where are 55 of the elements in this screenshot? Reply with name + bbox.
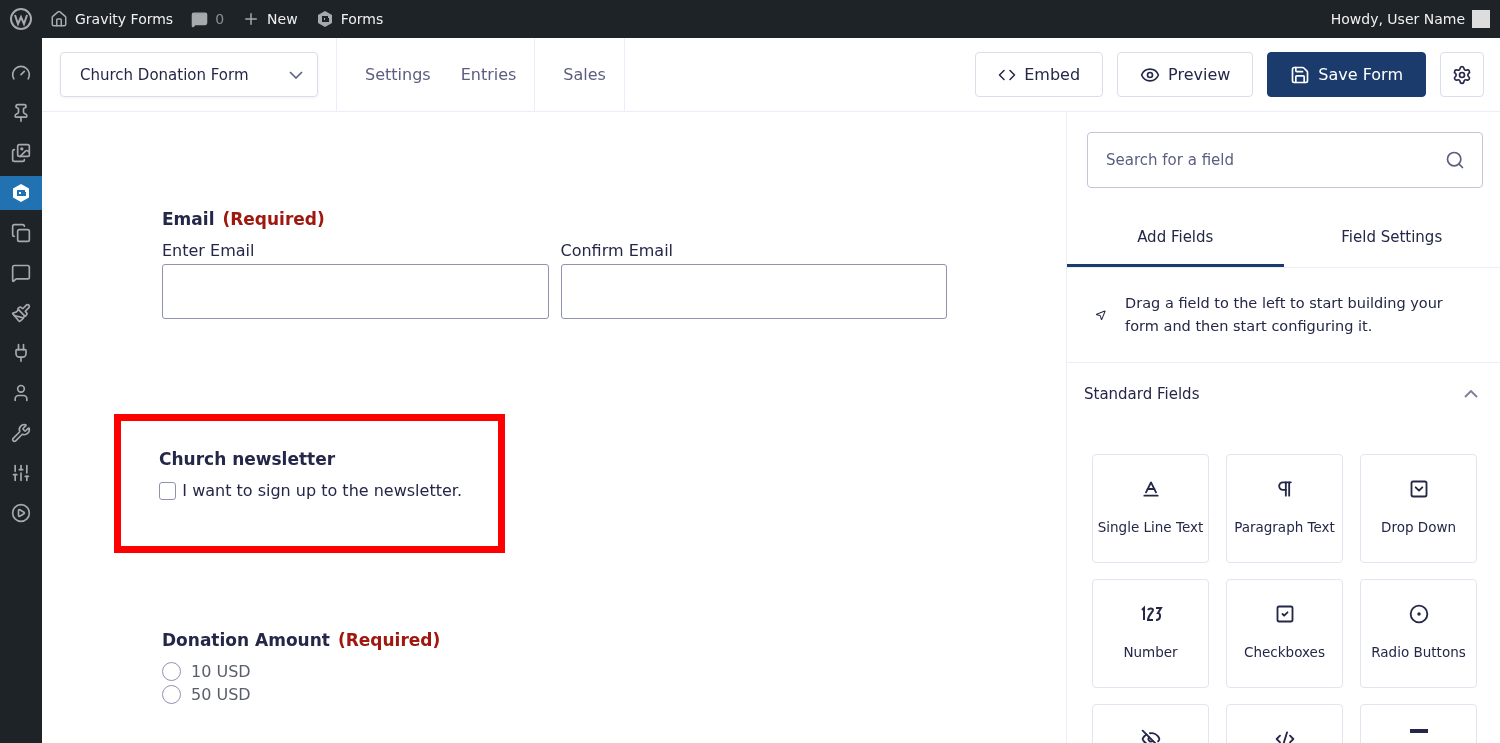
- field-label: Donation Amount (Required): [162, 630, 442, 650]
- section-title: Standard Fields: [1084, 385, 1200, 403]
- radio-button[interactable]: [162, 662, 181, 681]
- radio-button[interactable]: [162, 685, 181, 704]
- eye-off-icon: [1140, 729, 1161, 743]
- form-selector[interactable]: Church Donation Form: [60, 52, 318, 97]
- collapse-toggle[interactable]: [1464, 390, 1478, 398]
- settings-button[interactable]: [1440, 52, 1484, 97]
- field-tile[interactable]: Drop Down: [1360, 454, 1477, 563]
- field-tile[interactable]: Paragraph Text: [1226, 454, 1343, 563]
- letter-a-icon: [1140, 479, 1161, 499]
- preview-button[interactable]: Preview: [1117, 52, 1254, 97]
- field-label: Church newsletter: [159, 449, 337, 469]
- forms-link[interactable]: Forms: [315, 10, 384, 28]
- embed-button[interactable]: Embed: [975, 52, 1104, 97]
- panel-tab[interactable]: Field Settings: [1283, 208, 1500, 267]
- house-icon: [50, 10, 68, 28]
- pin-icon: [11, 103, 31, 123]
- save-form-button[interactable]: Save Form: [1267, 52, 1426, 97]
- site-link[interactable]: Gravity Forms: [50, 10, 174, 28]
- nav-link[interactable]: Entries: [460, 65, 517, 84]
- chevron-up-icon: [1464, 390, 1478, 398]
- field-tile[interactable]: Checkboxes: [1226, 579, 1343, 688]
- save-icon: [1290, 64, 1311, 85]
- field-tile[interactable]: Single Line Text: [1092, 454, 1209, 563]
- nav-link[interactable]: Settings: [365, 65, 431, 84]
- forms-icon: [315, 10, 334, 28]
- input-label: Enter Email: [162, 241, 256, 260]
- comment-icon: [191, 10, 209, 28]
- input-label: Confirm Email: [560, 241, 675, 260]
- checkbox[interactable]: [159, 481, 177, 500]
- email-input[interactable]: [560, 264, 947, 319]
- radio-icon: [1408, 604, 1429, 624]
- new-link[interactable]: New: [242, 10, 298, 28]
- chevron-down-icon: [289, 70, 303, 79]
- dropdown-icon: [1408, 479, 1429, 499]
- email-input[interactable]: [162, 264, 549, 319]
- panel-tab[interactable]: Add Fields: [1067, 208, 1284, 267]
- comments-link[interactable]: 0: [191, 10, 225, 28]
- field-tile[interactable]: Number: [1092, 579, 1209, 688]
- hint-text: Drag a field to the left to start building your form and then start configuring it.: [1125, 294, 1444, 336]
- account-link[interactable]: Howdy, User Name: [1330, 10, 1490, 28]
- field-tile[interactable]: Radio Buttons: [1360, 579, 1477, 688]
- forms-icon: [11, 183, 31, 203]
- radio-label: 50 USD: [191, 685, 251, 704]
- comments-icon: [11, 263, 31, 283]
- sidebar-item[interactable]: [0, 176, 42, 210]
- checkbox-icon: [1274, 604, 1295, 624]
- nav-link[interactable]: Sales: [563, 65, 606, 84]
- checkbox-label: I want to sign up to the newsletter.: [182, 481, 462, 500]
- search-field[interactable]: Search for a field: [1087, 132, 1483, 188]
- radio-label: 10 USD: [191, 662, 251, 681]
- search-icon: [1445, 150, 1465, 170]
- field-label: Email (Required): [162, 209, 326, 229]
- code-icon: [1274, 729, 1295, 743]
